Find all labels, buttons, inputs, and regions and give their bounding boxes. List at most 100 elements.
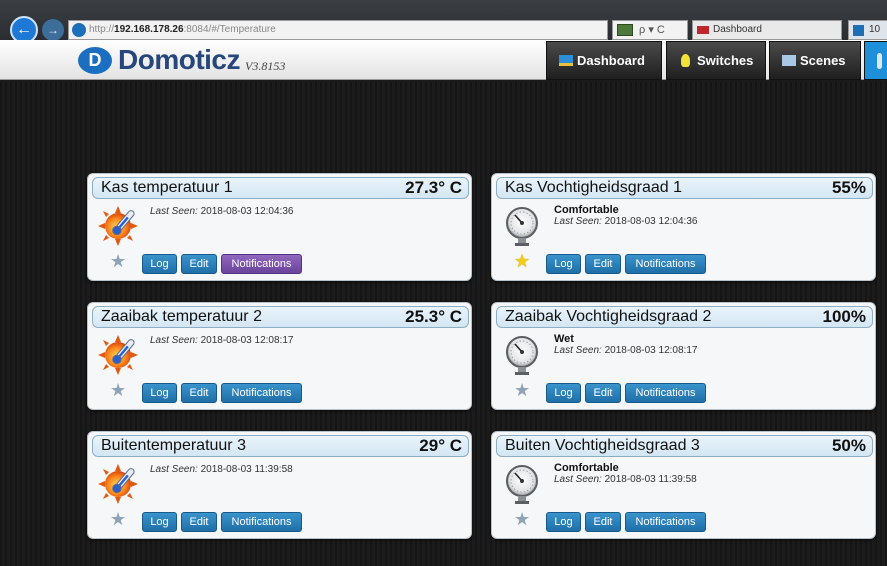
favorite-star-icon[interactable]: ★ [110,252,126,270]
device-header: Buitentemperatuur 3 29° C [92,435,469,457]
device-card: Buitentemperatuur 3 29° C Last Seen: 201… [87,431,472,539]
notifications-button[interactable]: Notifications [625,254,706,274]
site-favicon-icon [72,23,86,37]
device-card: Buiten Vochtigheidsgraad 3 50% Comfortab… [491,431,876,539]
edit-button[interactable]: Edit [585,254,621,274]
favorite-star-icon[interactable]: ★ [514,510,530,528]
device-card: Kas temperatuur 1 27.3° C Last Seen: 201… [87,173,472,281]
last-seen-value: 2018-08-03 12:04:36 [200,206,294,217]
notifications-button[interactable]: Notifications [221,383,302,403]
edit-button[interactable]: Edit [181,254,217,274]
notifications-button[interactable]: Notifications [221,512,302,532]
device-status: Comfortable [554,462,619,474]
forward-button[interactable]: → [42,19,64,41]
device-value: 55% [831,178,866,197]
search-refresh-icons[interactable]: ρ ▾ C [639,24,665,36]
hygrometer-gauge-icon [506,336,538,375]
device-name: Zaaibak Vochtigheidsgraad 2 [505,308,712,325]
device-header: Kas temperatuur 1 27.3° C [92,177,469,199]
thermometer-sun-icon [98,206,138,246]
device-header: Buiten Vochtigheidsgraad 3 50% [496,435,873,457]
nav-scenes-button[interactable]: Scenes [769,41,861,80]
last-seen: Last Seen: 2018-08-03 11:39:58 [150,464,293,475]
last-seen: Last Seen: 2018-08-03 12:08:17 [150,335,293,346]
log-button[interactable]: Log [142,254,177,274]
device-card: Kas Vochtigheidsgraad 1 55% Comfortable … [491,173,876,281]
device-name: Zaaibak temperatuur 2 [101,308,262,325]
device-value: 25.3° C [405,307,462,326]
hygrometer-gauge-icon [506,465,538,504]
favorite-star-icon[interactable]: ★ [514,381,530,399]
device-name: Kas temperatuur 1 [101,179,233,196]
notifications-button[interactable]: Notifications [625,383,706,403]
last-seen-label: Last Seen: [150,206,198,217]
notifications-button[interactable]: Notifications [625,512,706,532]
log-button[interactable]: Log [546,512,581,532]
device-grid: Kas temperatuur 1 27.3° C Last Seen: 201… [0,81,887,566]
domoticz-logo-icon[interactable]: D [78,47,112,74]
url-host: 192.168.178.26 [114,24,184,35]
log-button[interactable]: Log [546,383,581,403]
device-status: Comfortable [554,204,619,216]
nav-switches-button[interactable]: Switches [666,41,766,80]
device-value: 27.3° C [405,178,462,197]
device-name: Buitentemperatuur 3 [101,437,246,454]
last-seen-label: Last Seen: [554,345,602,356]
log-button[interactable]: Log [142,383,177,403]
brand-name[interactable]: Domoticz [118,44,241,76]
device-name: Kas Vochtigheidsgraad 1 [505,179,683,196]
app-header: D Domoticz V3.8153 Dashboard Switches Sc… [0,40,887,80]
nav-label: Scenes [800,53,846,68]
device-value: 29° C [419,436,462,455]
thermometer-icon [877,53,882,69]
browser-tab-second[interactable]: 10 [848,20,887,40]
last-seen: Last Seen: 2018-08-03 12:08:17 [554,345,697,356]
nav-temperature-button[interactable] [864,41,887,80]
last-seen-value: 2018-08-03 11:39:58 [200,464,293,475]
device-header: Zaaibak temperatuur 2 25.3° C [92,306,469,328]
device-value: 50% [831,436,866,455]
edit-button[interactable]: Edit [585,512,621,532]
tab-favicon-icon [853,25,864,36]
edit-button[interactable]: Edit [181,512,217,532]
last-seen: Last Seen: 2018-08-03 12:04:36 [554,216,697,227]
edit-button[interactable]: Edit [181,383,217,403]
device-header: Kas Vochtigheidsgraad 1 55% [496,177,873,199]
device-card: Zaaibak Vochtigheidsgraad 2 100% Wet Las… [491,302,876,410]
last-seen: Last Seen: 2018-08-03 12:04:36 [150,206,293,217]
last-seen-value: 2018-08-03 12:08:17 [604,345,698,356]
favorite-star-icon[interactable]: ★ [110,510,126,528]
address-bar[interactable]: http://192.168.178.26:8084/#/Temperature [68,20,608,40]
device-card: Zaaibak temperatuur 2 25.3° C Last Seen:… [87,302,472,410]
last-seen: Last Seen: 2018-08-03 11:39:58 [554,474,697,485]
notifications-button[interactable]: Notifications [221,254,302,274]
edit-button[interactable]: Edit [585,383,621,403]
url-path: :8084/#/Temperature [183,24,276,35]
nav-dashboard-button[interactable]: Dashboard [546,41,662,80]
favorite-star-icon[interactable]: ★ [514,252,530,270]
dashboard-icon [559,55,573,66]
scenes-icon [782,55,796,66]
browser-toolbar: ← → http://192.168.178.26:8084/#/Tempera… [0,0,887,44]
last-seen-label: Last Seen: [150,464,198,475]
thermometer-sun-icon [98,464,138,504]
last-seen-label: Last Seen: [150,335,198,346]
tab-favicon-icon [697,26,709,34]
nav-label: Dashboard [577,53,645,68]
url-prefix: http:// [89,24,115,35]
log-button[interactable]: Log [546,254,581,274]
browser-tab-dashboard[interactable]: Dashboard [692,20,842,40]
address-tools[interactable]: ρ ▾ C [612,20,688,40]
hygrometer-gauge-icon [506,207,538,246]
tab-title: 10 [869,24,881,35]
last-seen-value: 2018-08-03 11:39:58 [604,474,697,485]
image-icon [617,24,633,36]
last-seen-value: 2018-08-03 12:08:17 [200,335,294,346]
favorite-star-icon[interactable]: ★ [110,381,126,399]
thermometer-sun-icon [98,335,138,375]
last-seen-label: Last Seen: [554,474,602,485]
last-seen-value: 2018-08-03 12:04:36 [604,216,698,227]
app-version: V3.8153 [245,59,286,73]
device-status: Wet [554,333,574,345]
log-button[interactable]: Log [142,512,177,532]
